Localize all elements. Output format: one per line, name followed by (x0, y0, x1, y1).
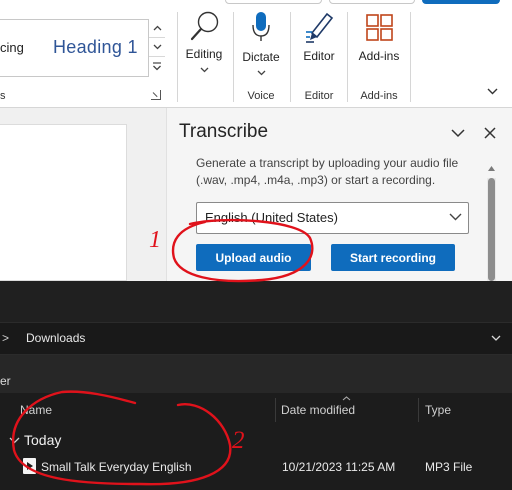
column-divider[interactable] (275, 398, 276, 422)
dictate-label: Dictate (242, 50, 280, 64)
expand-gallery-icon (153, 62, 161, 71)
gallery-scroll (148, 19, 165, 77)
chevron-down-icon[interactable] (491, 335, 501, 342)
editor-button[interactable]: Editor (297, 10, 341, 70)
chevron-down-icon (200, 67, 209, 73)
ribbon-separator (177, 12, 178, 102)
styles-dialog-launcher[interactable] (151, 90, 161, 100)
editor-label: Editor (303, 49, 335, 63)
column-divider[interactable] (418, 398, 419, 422)
ribbon-separator (347, 12, 348, 102)
column-date-modified[interactable]: Date modified (281, 403, 355, 417)
pane-scrollbar-thumb[interactable] (488, 178, 495, 281)
chevron-down-icon[interactable] (9, 437, 20, 444)
upload-audio-button[interactable]: Upload audio (196, 244, 311, 271)
addins-button[interactable]: Add-ins (354, 10, 404, 70)
start-recording-button[interactable]: Start recording (331, 244, 455, 271)
ribbon-separator (233, 12, 234, 102)
chevron-down-icon (449, 213, 462, 221)
file-date: 10/21/2023 11:25 AM (282, 460, 396, 474)
gallery-down-button[interactable] (149, 38, 165, 57)
toolbar-partial-label[interactable]: er (0, 374, 11, 388)
pane-description: Generate a transcript by uploading your … (196, 156, 459, 187)
gallery-more-button[interactable] (149, 57, 165, 76)
addins-label: Add-ins (358, 49, 400, 63)
document-page[interactable] (0, 124, 127, 281)
language-select-value: English (United States) (205, 210, 338, 225)
close-icon[interactable] (484, 127, 496, 139)
dictate-button[interactable]: Dictate (239, 10, 283, 80)
addins-grid-icon (366, 14, 393, 41)
editing-label: Editing (185, 47, 223, 61)
gallery-up-button[interactable] (149, 19, 165, 38)
audio-file-icon (23, 458, 36, 474)
file-name[interactable]: Small Talk Everyday English (41, 460, 192, 474)
chevron-down-icon (257, 70, 266, 76)
styles-group-label: s (0, 90, 6, 102)
chevron-down-icon (153, 44, 161, 50)
pane-options-chevron-icon[interactable] (451, 129, 465, 138)
collapse-ribbon-icon[interactable] (487, 88, 498, 95)
breadcrumb-downloads[interactable]: Downloads (26, 331, 85, 345)
ribbon-top-strip (225, 0, 512, 6)
style-partial[interactable]: cing (0, 40, 24, 55)
editing-button[interactable]: Editing (182, 10, 226, 80)
breadcrumb-separator: > (2, 331, 10, 345)
style-heading1[interactable]: Heading 1 (53, 37, 138, 58)
group-header-today[interactable]: Today (24, 432, 61, 448)
column-type[interactable]: Type (425, 403, 451, 417)
scroll-up-arrow-icon[interactable] (487, 165, 496, 172)
editor-group-label: Editor (304, 90, 334, 102)
file-type: MP3 File (425, 460, 473, 474)
column-name[interactable]: Name (20, 403, 52, 417)
pane-title: Transcribe (179, 121, 269, 142)
editor-pen-icon (306, 12, 334, 43)
addins-group-label: Add-ins (360, 90, 398, 102)
explorer-toolbar (0, 355, 512, 393)
chevron-up-icon (153, 25, 161, 31)
sort-chevron-icon (342, 396, 351, 401)
ribbon-separator (290, 12, 291, 102)
voice-group-label: Voice (247, 90, 275, 102)
ribbon-separator (410, 12, 411, 102)
magnifier-icon (190, 11, 219, 41)
explorer-titlebar (0, 281, 512, 322)
microphone-icon (252, 12, 270, 41)
